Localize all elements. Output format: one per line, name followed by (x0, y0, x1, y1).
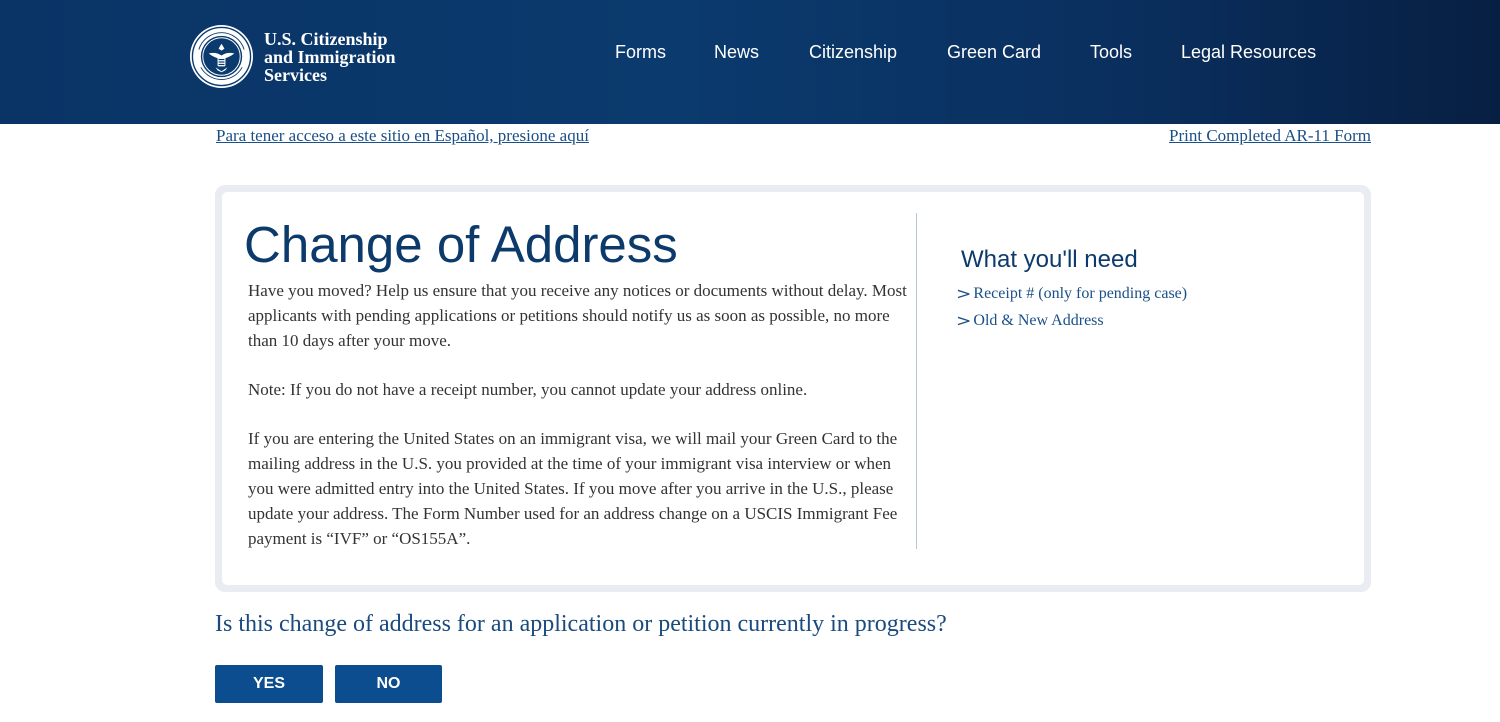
vertical-divider (916, 213, 917, 549)
no-button[interactable]: NO (335, 665, 442, 703)
uscis-logo[interactable]: U.S. Citizenship and Immigration Service… (189, 24, 396, 89)
nav-news[interactable]: News (714, 40, 759, 64)
nav-tools[interactable]: Tools (1090, 40, 1132, 64)
nav-citizenship[interactable]: Citizenship (809, 40, 897, 64)
what-you-need-title: What you'll need (961, 246, 1138, 273)
nav-green-card[interactable]: Green Card (947, 40, 1041, 64)
pending-case-question: Is this change of address for an applica… (215, 611, 947, 637)
intro-paragraph-moved: Have you moved? Help us ensure that you … (248, 281, 907, 350)
print-ar11-link[interactable]: Print Completed AR-11 Form (1169, 125, 1371, 147)
change-of-address-card: Change of Address Have you moved? Help u… (215, 185, 1371, 592)
intro-paragraph-note: Note: If you do not have a receipt numbe… (248, 379, 808, 399)
chevron-right-icon: > (955, 311, 972, 330)
agency-name-line-1: U.S. Citizenship (264, 28, 388, 49)
chevron-right-icon: > (955, 284, 972, 303)
intro-paragraph-immigrant-visa: If you are entering the United States on… (248, 429, 898, 548)
agency-name-line-2: and Immigration (264, 46, 396, 67)
agency-name: U.S. Citizenship and Immigration Service… (264, 30, 396, 84)
need-item-address: > Old & New Address (955, 307, 1277, 334)
yes-button[interactable]: YES (215, 665, 323, 703)
dhs-seal-icon (189, 24, 254, 89)
nav-forms[interactable]: Forms (615, 40, 666, 64)
site-header: U.S. Citizenship and Immigration Service… (0, 0, 1500, 124)
intro-text: Have you moved? Help us ensure that you … (248, 279, 908, 576)
nav-legal-resources[interactable]: Legal Resources (1181, 40, 1316, 64)
need-item-label: Receipt # (only for pending case) (973, 284, 1188, 302)
card-content: Change of Address Have you moved? Help u… (222, 192, 1364, 585)
agency-name-line-3: Services (264, 64, 327, 85)
page-title: Change of Address (244, 216, 678, 273)
need-item-label: Old & New Address (973, 311, 1104, 329)
need-item-receipt: > Receipt # (only for pending case) (955, 280, 1277, 307)
what-you-need-panel: What you'll need > Receipt # (only for p… (956, 245, 1187, 330)
what-you-need-list: > Receipt # (only for pending case) > Ol… (955, 280, 1277, 334)
spanish-site-link[interactable]: Para tener acceso a este sitio en Españo… (216, 125, 589, 147)
